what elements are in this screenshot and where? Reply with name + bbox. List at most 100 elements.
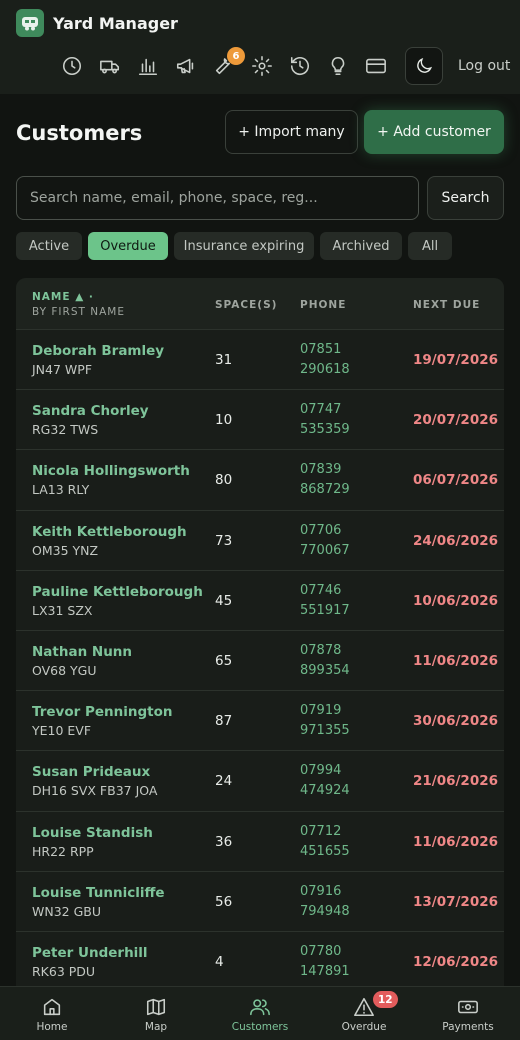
space-number: 24 xyxy=(215,773,233,790)
table-row[interactable]: Nicola Hollingsworth LA13 RLY 80 07839 8… xyxy=(16,450,504,511)
add-customer-button[interactable]: + Add customer xyxy=(364,110,504,154)
nav-map[interactable]: Map xyxy=(104,987,208,1040)
cash-icon xyxy=(458,1000,478,1014)
space-number: 73 xyxy=(215,532,233,549)
customer-name-link[interactable]: Nathan Nunn xyxy=(32,644,132,660)
customer-name-link[interactable]: Deborah Bramley xyxy=(32,343,164,359)
space-number: 10 xyxy=(215,412,233,429)
phone-link[interactable]: 07746 xyxy=(300,583,341,598)
home-icon xyxy=(43,998,61,1016)
phone-link[interactable]: 474924 xyxy=(300,783,350,798)
space-number: 87 xyxy=(215,713,233,730)
bar-chart-icon[interactable] xyxy=(129,48,167,84)
wrench-icon[interactable]: 6 xyxy=(205,47,245,84)
customer-name-link[interactable]: Sandra Chorley xyxy=(32,403,149,419)
table-row[interactable]: Keith Kettleborough OM35 YNZ 73 07706 77… xyxy=(16,511,504,571)
toolbar: 6 Log out xyxy=(53,47,520,85)
filter-archived[interactable]: Archived xyxy=(320,232,402,260)
table-row[interactable]: Susan Prideaux DH16 SVX FB37 JOA 24 0799… xyxy=(16,751,504,812)
brand[interactable]: Yard Manager xyxy=(16,9,178,37)
history-icon[interactable] xyxy=(281,48,319,84)
megaphone-icon[interactable] xyxy=(167,48,205,84)
app-header: Yard Manager 6 Log out xyxy=(0,0,520,94)
phone-link[interactable]: 07706 xyxy=(300,523,341,538)
phone-link[interactable]: 971355 xyxy=(300,723,350,738)
phone-link[interactable]: 07919 xyxy=(300,703,341,718)
table-row[interactable]: Louise Tunnicliffe WN32 GBU 56 07916 794… xyxy=(16,872,504,932)
phone-link[interactable]: 535359 xyxy=(300,422,350,437)
customer-name-link[interactable]: Trevor Pennington xyxy=(32,704,172,720)
lightbulb-icon[interactable] xyxy=(319,48,357,84)
filter-active[interactable]: Active xyxy=(16,232,82,260)
table-row[interactable]: Sandra Chorley RG32 TWS 10 07747 535359 … xyxy=(16,390,504,451)
search-button[interactable]: Search xyxy=(427,176,504,220)
phone-link[interactable]: 451655 xyxy=(300,844,350,859)
filter-all[interactable]: All xyxy=(408,232,452,260)
nav-customers[interactable]: Customers xyxy=(208,987,312,1040)
vehicle-reg: OM35 YNZ xyxy=(32,542,99,558)
phone-link[interactable]: 07712 xyxy=(300,824,341,839)
phone-link[interactable]: 07780 xyxy=(300,944,341,959)
nav-label: Map xyxy=(144,1021,168,1033)
phone-link[interactable]: 07994 xyxy=(300,763,341,778)
next-due-date: 21/06/2026 xyxy=(413,773,499,790)
next-due-date: 11/06/2026 xyxy=(413,652,499,669)
phone-link[interactable]: 07851 xyxy=(300,342,341,357)
phone-link[interactable]: 551917 xyxy=(300,603,350,618)
import-many-button[interactable]: + Import many xyxy=(225,110,358,154)
phone-link[interactable]: 07747 xyxy=(300,402,341,417)
search-input[interactable] xyxy=(16,176,419,220)
customer-name-link[interactable]: Louise Tunnicliffe xyxy=(32,885,165,901)
table-row[interactable]: Deborah Bramley JN47 WPF 31 07851 290618… xyxy=(16,330,504,391)
next-due-date: 11/06/2026 xyxy=(413,833,499,850)
phone-link[interactable]: 07916 xyxy=(300,884,341,899)
sort-name-header[interactable]: NAME ▲ · xyxy=(32,291,94,303)
phone-link[interactable]: 868729 xyxy=(300,482,350,497)
nav-payments[interactable]: Payments xyxy=(416,987,520,1040)
table-row[interactable]: Peter Underhill RK63 PDU 4 07780 147891 … xyxy=(16,932,504,993)
theme-toggle-button[interactable] xyxy=(405,47,443,85)
phone-link[interactable]: 07878 xyxy=(300,643,341,658)
table-row[interactable]: Nathan Nunn OV68 YGU 65 07878 899354 11/… xyxy=(16,631,504,692)
customer-name-link[interactable]: Susan Prideaux xyxy=(32,764,150,780)
next-due-date: 10/06/2026 xyxy=(413,592,499,609)
next-due-header: NEXT DUE xyxy=(413,299,481,311)
warning-icon xyxy=(354,997,374,1017)
phone-link[interactable]: 794948 xyxy=(300,904,350,919)
vehicle-reg: LX31 SZX xyxy=(32,602,93,618)
customer-name-link[interactable]: Louise Standish xyxy=(32,825,153,841)
app-title: Yard Manager xyxy=(53,13,178,33)
vehicle-reg: LA13 RLY xyxy=(32,482,90,498)
table-row[interactable]: Trevor Pennington YE10 EVF 87 07919 9713… xyxy=(16,691,504,752)
truck-icon[interactable] xyxy=(91,48,129,84)
space-number: 56 xyxy=(215,893,233,910)
customer-name-link[interactable]: Nicola Hollingsworth xyxy=(32,463,190,479)
phone-link[interactable]: 770067 xyxy=(300,543,350,558)
space-number: 80 xyxy=(215,472,233,489)
filter-overdue[interactable]: Overdue xyxy=(88,232,168,260)
phone-link[interactable]: 899354 xyxy=(300,663,350,678)
space-number: 4 xyxy=(215,953,224,970)
phone-link[interactable]: 147891 xyxy=(300,964,350,979)
bottom-nav: Home Map Customers 12 Overdue Payments xyxy=(0,986,520,1040)
phone-link[interactable]: 07839 xyxy=(300,462,341,477)
sort-subtitle[interactable]: BY FIRST NAME xyxy=(32,306,125,318)
nav-overdue[interactable]: 12 Overdue xyxy=(312,987,416,1040)
next-due-date: 24/06/2026 xyxy=(413,532,499,549)
phone-link[interactable]: 290618 xyxy=(300,362,350,377)
gear-icon[interactable] xyxy=(243,48,281,84)
table-row[interactable]: Louise Standish HR22 RPP 36 07712 451655… xyxy=(16,812,504,872)
clock-icon[interactable] xyxy=(53,48,91,84)
card-icon[interactable] xyxy=(357,48,395,84)
next-due-date: 30/06/2026 xyxy=(413,713,499,730)
spaces-header: SPACE(S) xyxy=(215,299,278,311)
next-due-date: 13/07/2026 xyxy=(413,893,499,910)
nav-home[interactable]: Home xyxy=(0,987,104,1040)
customer-name-link[interactable]: Keith Kettleborough xyxy=(32,524,187,540)
table-header: NAME ▲ · BY FIRST NAME SPACE(S) PHONE NE… xyxy=(16,278,504,330)
table-row[interactable]: Pauline Kettleborough LX31 SZX 45 07746 … xyxy=(16,571,504,631)
customer-name-link[interactable]: Peter Underhill xyxy=(32,945,148,961)
filter-insurance-expiring[interactable]: Insurance expiring xyxy=(174,232,314,260)
customer-name-link[interactable]: Pauline Kettleborough xyxy=(32,584,203,600)
logout-link[interactable]: Log out xyxy=(458,58,510,74)
